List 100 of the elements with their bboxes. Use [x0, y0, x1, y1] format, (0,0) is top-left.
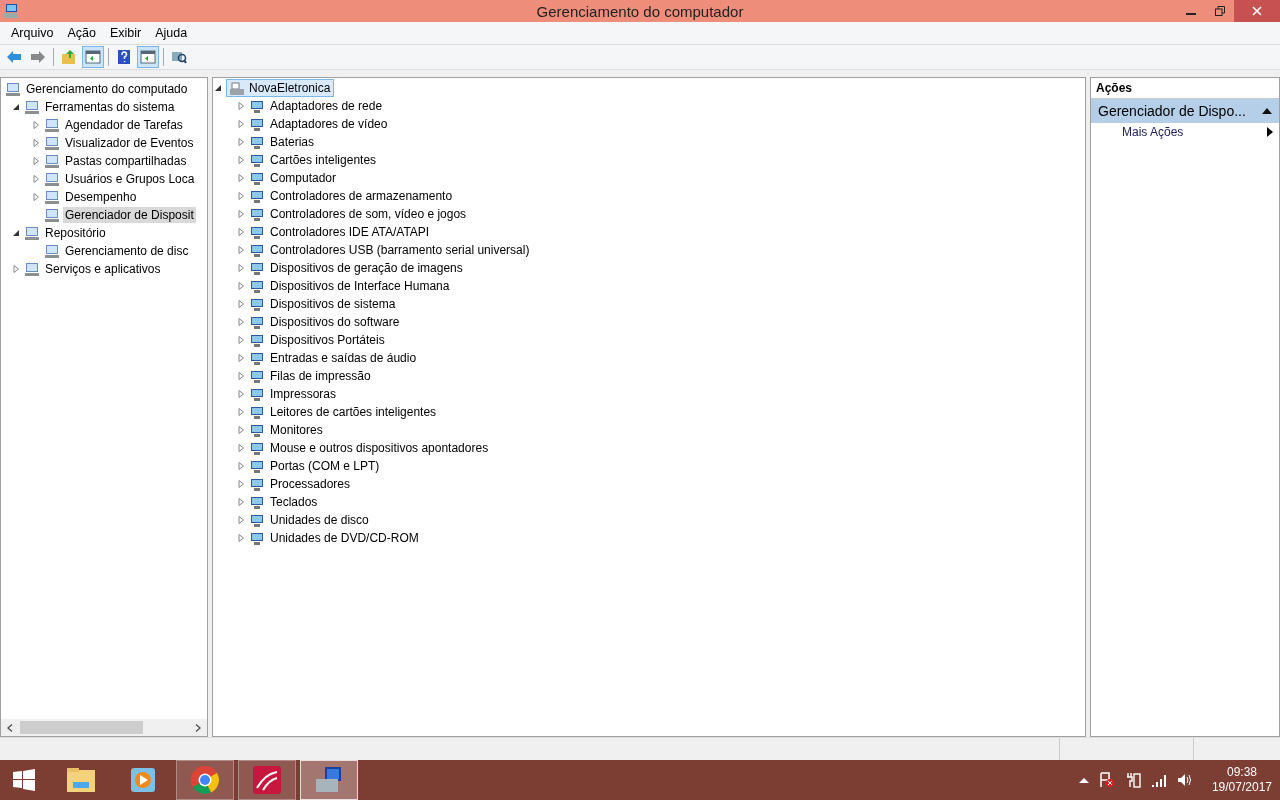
node-icon [44, 117, 60, 133]
actions-section-header[interactable]: Gerenciador de Dispo... [1091, 99, 1279, 123]
device-icon [249, 494, 265, 510]
device-icon [249, 530, 265, 546]
power-icon[interactable] [1124, 772, 1141, 788]
tree-item[interactable]: Repositório [43, 225, 108, 241]
device-category[interactable]: Monitores [268, 422, 325, 438]
node-icon [44, 153, 60, 169]
device-category[interactable]: Processadores [268, 476, 353, 492]
tree-item[interactable]: Gerenciamento de disc [63, 243, 191, 259]
tree-item[interactable]: Usuários e Grupos Loca [63, 171, 197, 187]
device-icon [249, 188, 265, 204]
expand-arrow-icon[interactable] [11, 228, 21, 238]
device-icon [249, 368, 265, 384]
menu-item[interactable]: Ajuda [148, 26, 195, 40]
device-category[interactable]: Controladores USB (barramento serial universal) [268, 242, 532, 258]
device-category[interactable]: Unidades de DVD/CD-ROM [268, 530, 421, 546]
device-category[interactable]: Controladores de som, vídeo e jogos [268, 206, 469, 222]
device-category[interactable]: Dispositivos de Interface Humana [268, 278, 452, 294]
tree-item[interactable]: Visualizador de Eventos [63, 135, 196, 151]
device-category[interactable]: Leitores de cartões inteligentes [268, 404, 439, 420]
scroll-right-icon[interactable] [194, 723, 202, 732]
node-icon [24, 99, 40, 115]
node-icon [5, 81, 21, 97]
clock-time[interactable]: 09:38 [1226, 765, 1257, 780]
device-category[interactable]: Cartões inteligentes [268, 152, 379, 168]
node-icon [44, 135, 60, 151]
browser-button[interactable] [176, 760, 234, 800]
submenu-arrow-icon [1267, 127, 1273, 137]
action-link[interactable]: Mais Ações [1122, 125, 1184, 139]
device-icon [249, 422, 265, 438]
device-category[interactable]: Impressoras [268, 386, 339, 402]
device-category[interactable]: Adaptadores de rede [268, 98, 385, 114]
computer-management-icon [3, 3, 19, 19]
device-category[interactable]: Dispositivos de geração de imagens [268, 260, 465, 276]
clock-date[interactable]: 19/07/2017 [1211, 780, 1272, 795]
node-icon [24, 261, 40, 277]
device-icon [249, 206, 265, 222]
node-icon [44, 189, 60, 205]
device-icon [249, 98, 265, 114]
show-hidden-icons-icon[interactable] [1078, 777, 1089, 783]
device-icon [249, 170, 265, 186]
device-category[interactable]: Dispositivos Portáteis [268, 332, 387, 348]
device-category[interactable]: Mouse e outros dispositivos apontadores [268, 440, 491, 456]
device-icon [249, 332, 265, 348]
tree-item[interactable]: Serviços e aplicativos [43, 261, 163, 277]
tree-item[interactable]: Ferramentas do sistema [43, 99, 177, 115]
device-category[interactable]: Dispositivos do software [268, 314, 402, 330]
restore-icon[interactable] [1214, 6, 1225, 16]
app-icon[interactable] [251, 764, 283, 796]
collapse-arrow-icon[interactable] [1262, 108, 1272, 114]
device-category[interactable]: Controladores IDE ATA/ATAPI [268, 224, 432, 240]
device-category[interactable]: Portas (COM e LPT) [268, 458, 382, 474]
menu-item[interactable]: Ação [60, 26, 103, 40]
device-category[interactable]: Baterias [268, 134, 317, 150]
tree-item[interactable]: Gerenciador de Disposit [63, 207, 196, 223]
device-category[interactable]: Teclados [268, 494, 320, 510]
computer-management-button[interactable] [300, 760, 358, 800]
window-title: Gerenciamento do computador [535, 2, 745, 20]
device-category[interactable]: Unidades de disco [268, 512, 371, 528]
tree-item[interactable]: Gerenciamento do computado [24, 81, 190, 97]
node-icon [44, 207, 60, 223]
node-icon [24, 225, 40, 241]
device-icon [249, 476, 265, 492]
windows-logo-icon[interactable] [12, 768, 36, 792]
device-icon [249, 350, 265, 366]
device-icon [249, 512, 265, 528]
menu-item[interactable]: Arquivo [4, 26, 61, 40]
tree-item[interactable]: Desempenho [63, 189, 139, 205]
tree-item[interactable]: Pastas compartilhadas [63, 153, 189, 169]
device-category[interactable]: Dispositivos de sistema [268, 296, 398, 312]
expand-arrow-icon[interactable] [11, 102, 21, 112]
device-icon [249, 278, 265, 294]
scroll-left-icon[interactable] [6, 723, 14, 732]
volume-icon[interactable] [1176, 772, 1193, 788]
node-icon [44, 243, 60, 259]
horizontal-scrollbar[interactable] [1, 719, 207, 736]
expand-arrow-icon[interactable] [213, 83, 223, 93]
menu-item[interactable]: Exibir [102, 26, 149, 40]
device-icon [249, 224, 265, 240]
signal-icon[interactable] [1150, 772, 1167, 788]
device-icon [249, 260, 265, 276]
device-icon [249, 152, 265, 168]
close-icon[interactable] [1252, 6, 1262, 16]
device-category[interactable]: Filas de impressão [268, 368, 373, 384]
device-icon [249, 458, 265, 474]
device-category[interactable]: Entradas e saídas de áudio [268, 350, 419, 366]
app-button[interactable] [238, 760, 296, 800]
browser-icon[interactable] [189, 764, 221, 796]
device-category[interactable]: Adaptadores de vídeo [268, 116, 390, 132]
computer-node[interactable]: NovaEletronica [226, 79, 335, 97]
device-category[interactable]: Controladores de armazenamento [268, 188, 455, 204]
tree-item[interactable]: Agendador de Tarefas [63, 117, 185, 133]
device-icon [249, 386, 265, 402]
flag-error-icon[interactable] [1098, 772, 1115, 788]
device-icon [249, 404, 265, 420]
device-icon [249, 242, 265, 258]
device-icon [249, 116, 265, 132]
device-icon [249, 314, 265, 330]
device-category[interactable]: Computador [268, 170, 339, 186]
